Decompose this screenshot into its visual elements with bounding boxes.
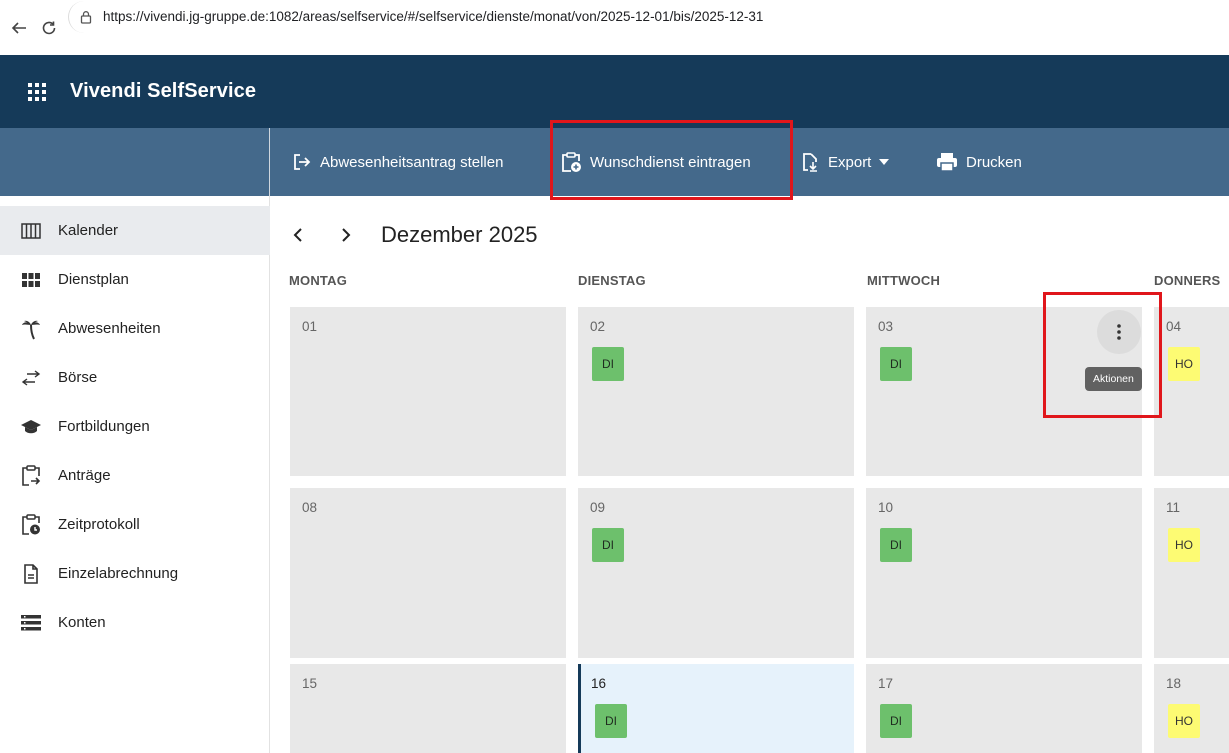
caret-down-icon xyxy=(879,159,890,165)
absence-request-label: Abwesenheitsantrag stellen xyxy=(320,153,504,171)
sidebar-item-label: Börse xyxy=(58,369,98,386)
sidebar-item-antraege[interactable]: Anträge xyxy=(0,451,270,500)
day-cell[interactable]: 04 HO xyxy=(1154,307,1229,476)
wish-shift-button[interactable]: Wunschdienst eintragen xyxy=(560,128,751,196)
day-number: 04 xyxy=(1166,319,1182,334)
sidebar-item-label: Fortbildungen xyxy=(58,418,150,435)
sidebar-item-label: Dienstplan xyxy=(58,271,129,288)
day-cell[interactable]: 15 xyxy=(290,664,566,753)
graduation-cap-icon xyxy=(20,416,42,438)
shift-badge[interactable]: DI xyxy=(880,704,912,738)
export-label: Export xyxy=(828,153,872,171)
sidebar-item-fortbildungen[interactable]: Fortbildungen xyxy=(0,402,270,451)
grid-icon xyxy=(20,269,42,291)
sidebar-item-abwesenheiten[interactable]: Abwesenheiten xyxy=(0,304,270,353)
swap-arrows-icon xyxy=(20,367,42,389)
print-label: Drucken xyxy=(966,153,1022,171)
day-number: 16 xyxy=(591,676,607,691)
app-header: Vivendi SelfService xyxy=(0,55,1229,128)
chevron-right-icon xyxy=(342,228,351,242)
shift-badge[interactable]: HO xyxy=(1168,528,1200,562)
file-download-icon xyxy=(803,153,817,172)
list-icon xyxy=(20,612,42,634)
day-number: 17 xyxy=(878,676,894,691)
wish-shift-label: Wunschdienst eintragen xyxy=(590,153,751,171)
weekday-header: DIENSTAG xyxy=(578,273,646,288)
shift-badge[interactable]: DI xyxy=(880,528,912,562)
prev-month-button[interactable] xyxy=(287,224,309,246)
clipboard-arrow-icon xyxy=(20,464,42,487)
day-number: 18 xyxy=(1166,676,1182,691)
site-info-icon[interactable] xyxy=(79,10,93,24)
shift-badge[interactable]: DI xyxy=(592,347,624,381)
address-bar[interactable]: https://vivendi.jg-gruppe.de:1082/areas/… xyxy=(68,0,1229,33)
sidebar-nav: Kalender Dienstplan Abwesenheiten Börse … xyxy=(0,196,270,753)
next-month-button[interactable] xyxy=(335,224,357,246)
shift-badge[interactable]: HO xyxy=(1168,347,1200,381)
sidebar-item-kalender[interactable]: Kalender xyxy=(0,206,270,255)
day-cell-today[interactable]: 16 DI xyxy=(578,664,854,753)
day-cell[interactable]: 11 HO xyxy=(1154,488,1229,658)
month-navigation: Dezember 2025 xyxy=(287,222,538,248)
shift-badge[interactable]: DI xyxy=(880,347,912,381)
clipboard-clock-icon xyxy=(20,513,42,536)
action-toolbar: Abwesenheitsantrag stellen Wunschdienst … xyxy=(0,128,1229,196)
print-button[interactable]: Drucken xyxy=(936,128,1022,196)
day-cell[interactable]: 09 DI xyxy=(578,488,854,658)
palm-tree-icon xyxy=(20,318,42,340)
absence-request-button[interactable]: Abwesenheitsantrag stellen xyxy=(292,128,503,196)
day-number: 02 xyxy=(590,319,606,334)
sidebar-item-label: Kalender xyxy=(58,222,119,239)
chevron-left-icon xyxy=(293,228,302,242)
url-text: https://vivendi.jg-gruppe.de:1082/areas/… xyxy=(103,9,764,24)
day-cell[interactable]: 02 DI xyxy=(578,307,854,476)
sidebar-item-label: Abwesenheiten xyxy=(58,320,161,337)
apps-grid-icon[interactable] xyxy=(28,82,46,101)
sidebar-item-label: Einzelabrechnung xyxy=(58,565,179,582)
app-title: Vivendi SelfService xyxy=(70,80,257,102)
shift-badge[interactable]: HO xyxy=(1168,704,1200,738)
back-arrow-icon[interactable] xyxy=(6,15,32,41)
weekday-header: DONNERS xyxy=(1154,273,1221,288)
day-number: 09 xyxy=(590,500,606,515)
document-icon xyxy=(20,563,42,585)
day-actions-button[interactable] xyxy=(1097,310,1141,354)
day-number: 08 xyxy=(302,500,318,515)
day-cell[interactable]: 17 DI xyxy=(866,664,1142,753)
day-cell[interactable]: 08 xyxy=(290,488,566,658)
sidebar-item-zeitprotokoll[interactable]: Zeitprotokoll xyxy=(0,500,270,549)
weekday-header: MITTWOCH xyxy=(867,273,941,288)
day-cell[interactable]: 18 HO xyxy=(1154,664,1229,753)
calendar-columns-icon xyxy=(20,220,42,242)
toolbar-spacer xyxy=(0,128,270,196)
actions-tooltip: Aktionen xyxy=(1085,367,1142,391)
shift-badge[interactable]: DI xyxy=(595,704,627,738)
day-cell[interactable]: 10 DI xyxy=(866,488,1142,658)
sidebar-item-einzelabrechnung[interactable]: Einzelabrechnung xyxy=(0,549,270,598)
month-title: Dezember 2025 xyxy=(381,222,538,247)
day-number: 03 xyxy=(878,319,894,334)
sidebar-item-label: Konten xyxy=(58,614,106,631)
sidebar-item-dienstplan[interactable]: Dienstplan xyxy=(0,255,270,304)
sidebar-item-boerse[interactable]: Börse xyxy=(0,353,270,402)
weekday-header: MONTAG xyxy=(289,273,348,288)
day-number: 01 xyxy=(302,319,318,334)
sidebar-item-konten[interactable]: Konten xyxy=(0,598,270,647)
export-dropdown-button[interactable]: Export xyxy=(800,128,890,196)
day-cell[interactable]: 01 xyxy=(290,307,566,476)
calendar-view: Dezember 2025 MONTAG DIENSTAG MITTWOCH D… xyxy=(271,196,1229,753)
browser-url-bar: https://vivendi.jg-gruppe.de:1082/areas/… xyxy=(0,0,1229,55)
day-number: 10 xyxy=(878,500,894,515)
sidebar-item-label: Anträge xyxy=(58,467,111,484)
day-number: 11 xyxy=(1166,500,1181,515)
shift-badge[interactable]: DI xyxy=(592,528,624,562)
more-vertical-icon xyxy=(1117,324,1121,340)
reload-icon[interactable] xyxy=(36,15,62,41)
exit-arrow-icon xyxy=(294,154,311,170)
sidebar-item-label: Zeitprotokoll xyxy=(58,516,140,533)
printer-icon xyxy=(937,153,957,172)
day-number: 15 xyxy=(302,676,318,691)
clipboard-plus-icon xyxy=(562,152,581,172)
